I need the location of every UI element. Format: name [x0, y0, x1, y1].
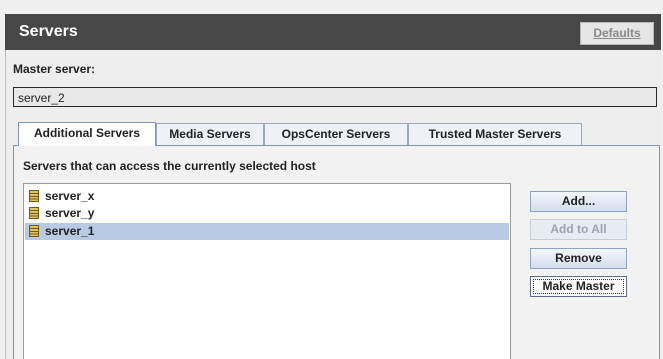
- server-list[interactable]: server_x server_y server_1: [23, 183, 511, 359]
- server-icon: [29, 225, 39, 237]
- add-to-all-button[interactable]: Add to All: [530, 219, 627, 240]
- list-item-selected[interactable]: server_1: [25, 223, 509, 240]
- tab-trusted-master-servers[interactable]: Trusted Master Servers: [408, 123, 582, 145]
- list-item[interactable]: server_y: [25, 205, 509, 222]
- server-icon: [29, 190, 39, 202]
- panel-header: Servers Defaults: [5, 14, 661, 50]
- server-name: server_y: [45, 206, 95, 220]
- server-name: server_x: [45, 189, 95, 203]
- server-icon: [29, 207, 39, 219]
- panel-title: Servers: [19, 23, 78, 40]
- tab-media-servers[interactable]: Media Servers: [156, 123, 264, 145]
- server-name: server_1: [45, 224, 95, 238]
- remove-button[interactable]: Remove: [530, 248, 627, 269]
- panel-description: Servers that can access the currently se…: [23, 159, 316, 173]
- add-button[interactable]: Add...: [530, 191, 627, 212]
- master-server-label: Master server:: [13, 62, 96, 76]
- make-master-button[interactable]: Make Master: [530, 276, 627, 297]
- tab-additional-servers[interactable]: Additional Servers: [18, 122, 156, 146]
- defaults-button[interactable]: Defaults: [580, 22, 654, 45]
- master-server-field[interactable]: server_2: [13, 87, 657, 107]
- tab-opscenter-servers[interactable]: OpsCenter Servers: [264, 123, 408, 145]
- list-item[interactable]: server_x: [25, 188, 509, 205]
